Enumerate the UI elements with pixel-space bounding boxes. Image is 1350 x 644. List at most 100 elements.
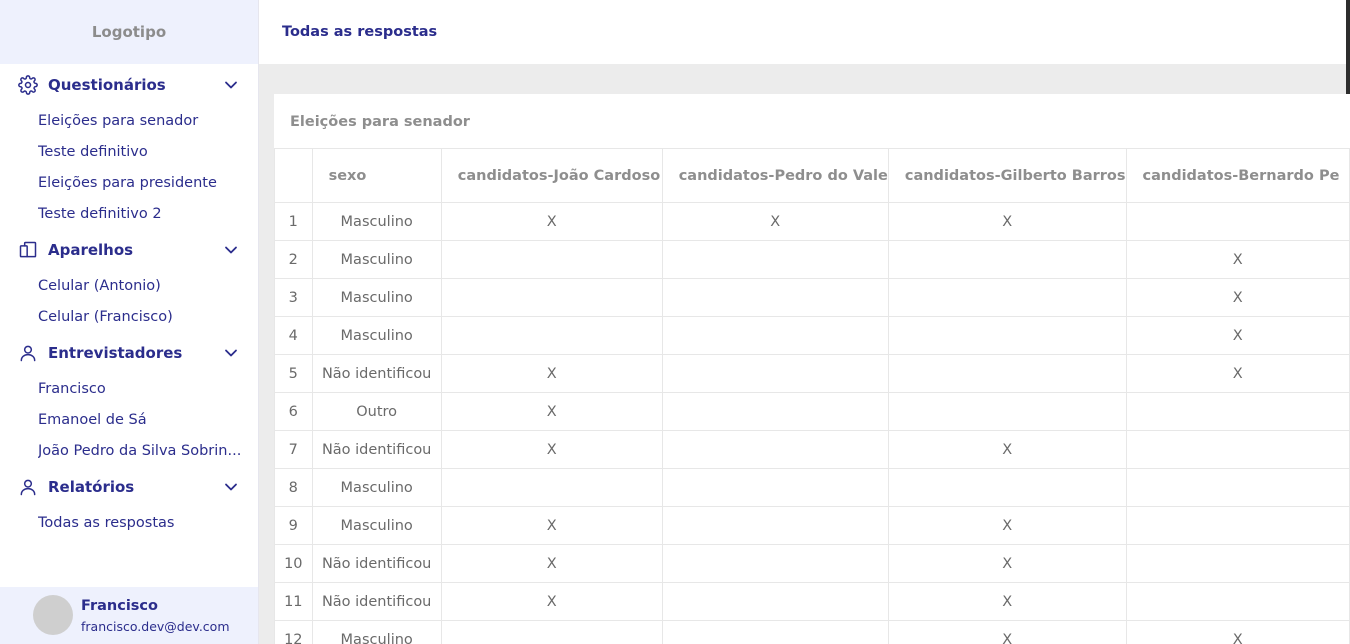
table-cell (661, 430, 889, 469)
header: Todas as respostas (259, 0, 1350, 64)
table-cell (887, 240, 1127, 279)
table-row: 4 Masculino X (274, 316, 1350, 355)
table-row: 8 Masculino (274, 468, 1350, 507)
section-aparelhos[interactable]: Aparelhos (18, 238, 240, 262)
table-row: 1 Masculino X X X (274, 202, 1350, 241)
table-cell (661, 582, 889, 621)
table-cell (661, 354, 889, 393)
section-label: Relatórios (48, 478, 135, 496)
table-cell: 3 (274, 278, 313, 317)
table-row: 12 Masculino X X (274, 620, 1350, 644)
table-cell: 1 (274, 202, 313, 241)
sidebar-item-teste-definitivo[interactable]: Teste definitivo (38, 142, 243, 162)
table-row: 7 Não identificou X X (274, 430, 1350, 469)
table-cell: 10 (274, 544, 313, 583)
table-cell: X (887, 620, 1127, 644)
column-header: sexo (311, 148, 442, 203)
table-cell (440, 468, 663, 507)
section-questionarios[interactable]: Questionários (18, 73, 240, 97)
sidebar-item-celular-francisco[interactable]: Celular (Francisco) (38, 307, 243, 327)
table-cell: Masculino (311, 202, 442, 241)
sidebar: Logotipo Questionários Eleições para sen… (0, 0, 259, 644)
table-cell (661, 544, 889, 583)
card-title: Eleições para senador (290, 114, 470, 130)
sidebar-item-eleicoes-senador[interactable]: Eleições para senador (38, 111, 243, 131)
table-cell (887, 316, 1127, 355)
table-cell (887, 278, 1127, 317)
table-cell (1125, 582, 1350, 621)
table-cell (1125, 544, 1350, 583)
logo[interactable]: Logotipo (0, 0, 258, 64)
sidebar-item-todas-respostas[interactable]: Todas as respostas (38, 513, 243, 533)
chevron-down-icon[interactable] (222, 478, 240, 496)
logo-text: Logotipo (91, 23, 167, 41)
table-cell (1125, 506, 1350, 545)
table-cell: X (887, 202, 1127, 241)
user-email: francisco.dev@dev.com (81, 619, 230, 634)
table-cell: Outro (311, 392, 442, 431)
user-icon (18, 343, 38, 363)
table-cell: X (440, 392, 663, 431)
user-icon (18, 477, 38, 497)
chevron-down-icon[interactable] (222, 241, 240, 259)
table-cell: X (661, 202, 889, 241)
table-cell: X (1125, 240, 1350, 279)
table-cell: Masculino (311, 468, 442, 507)
table-cell (440, 620, 663, 644)
sidebar-item-emanoel[interactable]: Emanoel de Sá (38, 410, 243, 430)
section-relatorios[interactable]: Relatórios (18, 475, 240, 499)
table-cell: X (440, 354, 663, 393)
gear-icon (18, 75, 38, 95)
page-title: Todas as respostas (282, 24, 438, 40)
responses-card: Eleições para senador sexo candidatos-Jo… (274, 94, 1350, 644)
table-cell: X (440, 582, 663, 621)
table-cell: X (1125, 354, 1350, 393)
table-cell: Masculino (311, 506, 442, 545)
column-header: candidatos-Pedro do Vale (661, 148, 889, 203)
user-profile[interactable]: Francisco francisco.dev@dev.com (0, 587, 258, 644)
column-header: candidatos-Gilberto Barros (887, 148, 1127, 203)
table-cell (440, 278, 663, 317)
table-cell: X (887, 544, 1127, 583)
table-cell: X (1125, 316, 1350, 355)
devices-icon (18, 240, 38, 260)
table-cell: Masculino (311, 240, 442, 279)
table-cell: 4 (274, 316, 313, 355)
avatar (33, 595, 73, 635)
sidebar-item-joao-pedro[interactable]: João Pedro da Silva Sobrin... (38, 441, 243, 461)
table-cell: 2 (274, 240, 313, 279)
table-cell: X (887, 430, 1127, 469)
table-row: 11 Não identificou X X (274, 582, 1350, 621)
table-cell: 8 (274, 468, 313, 507)
table-cell: Não identificou (311, 354, 442, 393)
table-cell (1125, 468, 1350, 507)
table-cell: X (440, 430, 663, 469)
chevron-down-icon[interactable] (222, 76, 240, 94)
table-cell: Não identificou (311, 544, 442, 583)
sidebar-item-teste-definitivo-2[interactable]: Teste definitivo 2 (38, 204, 243, 224)
user-name: Francisco (81, 598, 158, 614)
chevron-down-icon[interactable] (222, 344, 240, 362)
section-entrevistadores[interactable]: Entrevistadores (18, 341, 240, 365)
sidebar-item-francisco[interactable]: Francisco (38, 379, 243, 399)
table-cell (440, 240, 663, 279)
table-cell (661, 506, 889, 545)
table-cell: X (887, 582, 1127, 621)
table-cell: X (440, 202, 663, 241)
table-cell (887, 468, 1127, 507)
column-header: candidatos-Bernardo Pe (1125, 148, 1350, 203)
sidebar-item-celular-antonio[interactable]: Celular (Antonio) (38, 276, 243, 296)
sidebar-item-eleicoes-presidente[interactable]: Eleições para presidente (38, 173, 243, 193)
table-row: 2 Masculino X (274, 240, 1350, 279)
table-cell (440, 316, 663, 355)
table-cell (661, 392, 889, 431)
table-cell (661, 240, 889, 279)
table-cell: Não identificou (311, 430, 442, 469)
responses-table: sexo candidatos-João Cardoso candidatos-… (274, 148, 1350, 644)
section-label: Questionários (48, 76, 166, 94)
table-cell (661, 316, 889, 355)
table-row: 6 Outro X (274, 392, 1350, 431)
table-cell: Masculino (311, 278, 442, 317)
table-cell: X (440, 506, 663, 545)
table-cell: X (1125, 278, 1350, 317)
